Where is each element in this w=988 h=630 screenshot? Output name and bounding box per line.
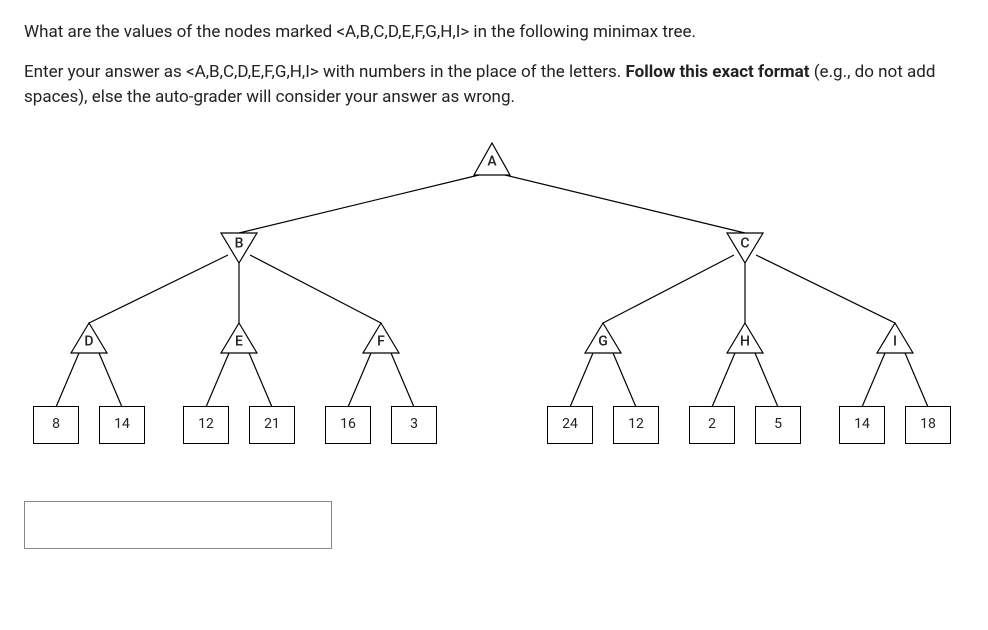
min-node-C bbox=[727, 233, 763, 263]
leaf-value: 24 bbox=[547, 406, 593, 444]
min-node-B bbox=[221, 233, 257, 263]
leaf-value: 3 bbox=[391, 406, 437, 444]
leaf-value: 14 bbox=[99, 406, 145, 444]
question-paragraph-2: Enter your answer as <A,B,C,D,E,F,G,H,I>… bbox=[24, 60, 964, 111]
leaf-value: 8 bbox=[33, 406, 79, 444]
max-node-H bbox=[727, 323, 763, 353]
leaf-value: 5 bbox=[755, 406, 801, 444]
question-paragraph-1: What are the values of the nodes marked … bbox=[24, 20, 964, 46]
max-node-I bbox=[877, 323, 913, 353]
leaf-value: 16 bbox=[325, 406, 371, 444]
tree-edges bbox=[24, 125, 964, 465]
max-node-A bbox=[474, 143, 510, 175]
leaf-value: 14 bbox=[839, 406, 885, 444]
max-node-F bbox=[363, 323, 399, 353]
max-node-E bbox=[221, 323, 257, 353]
leaf-value: 12 bbox=[613, 406, 659, 444]
max-node-D bbox=[71, 323, 107, 353]
max-node-G bbox=[585, 323, 621, 353]
leaf-value: 18 bbox=[905, 406, 951, 444]
answer-input[interactable] bbox=[24, 501, 332, 549]
minimax-tree-diagram: A B C D E F G H I 8 14 12 21 16 3 24 12 … bbox=[24, 125, 964, 465]
question-text: What are the values of the nodes marked … bbox=[24, 20, 964, 111]
leaf-value: 21 bbox=[249, 406, 295, 444]
leaf-value: 12 bbox=[183, 406, 229, 444]
leaf-value: 2 bbox=[689, 406, 735, 444]
